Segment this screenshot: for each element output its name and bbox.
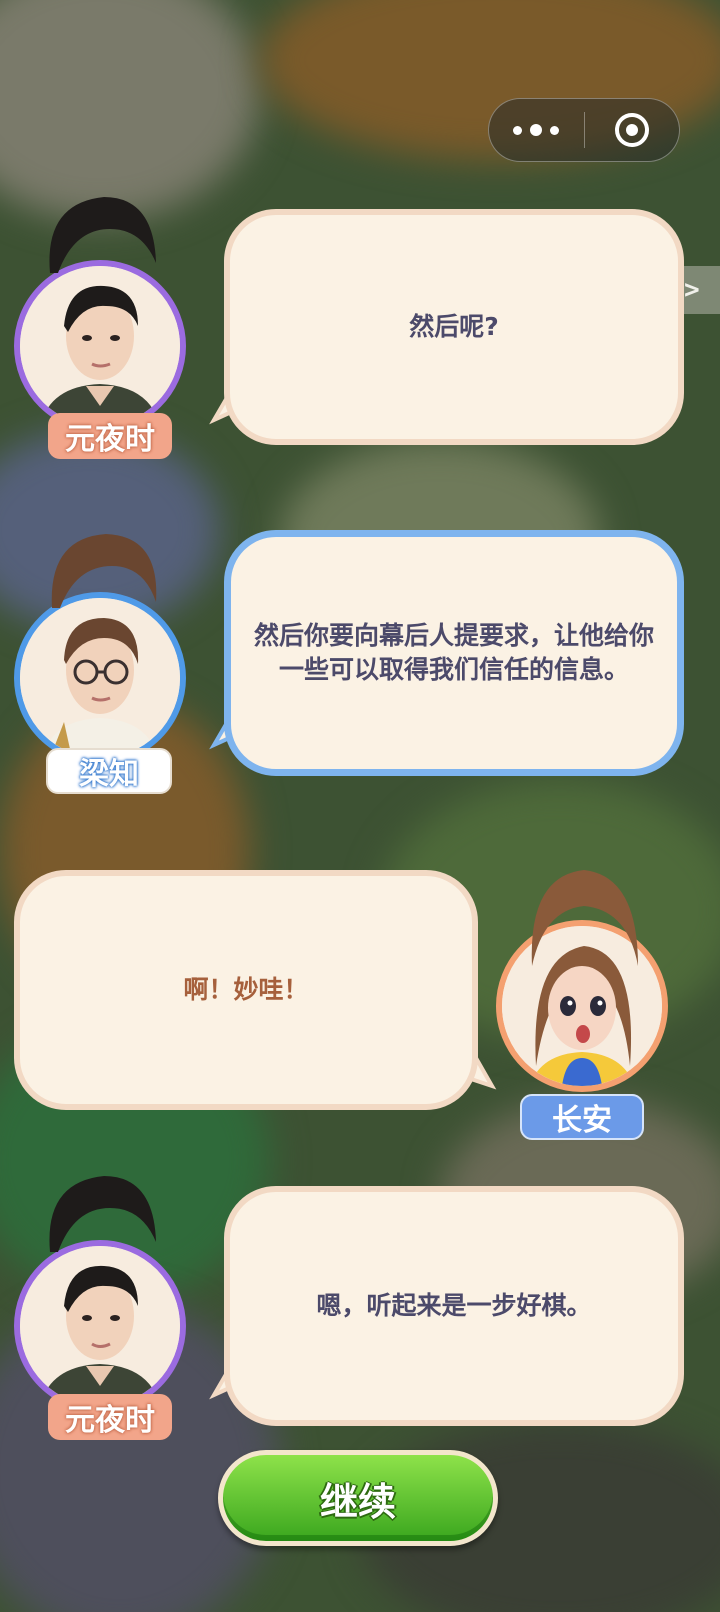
speaker-name: 元夜时 [65,422,155,457]
hair-overlay [531,870,638,966]
avatar-ring [14,592,186,764]
hair-overlay [49,1176,156,1252]
close-mini-program-button[interactable] [585,99,680,161]
speaker-name: 元夜时 [65,1403,155,1438]
speech-bubble: 嗯，听起来是一步好棋。 [224,1186,684,1426]
more-button[interactable] [489,99,584,161]
dialogue-text: 然后你要向幕后人提要求，让他给你一些可以取得我们信任的信息。 [253,621,654,684]
hair-overlay [51,534,157,608]
speaker-name-tag: 元夜时 [48,1394,172,1440]
more-dots-icon [513,124,560,136]
speech-bubble: 然后你要向幕后人提要求，让他给你一些可以取得我们信任的信息。 [224,530,684,776]
dialogue-text: 啊！妙哇！ [183,975,309,1004]
speech-bubble: 啊！妙哇！ [14,870,478,1110]
dialogue-text: 然后呢? [409,312,499,341]
speaker-name-tag: 元夜时 [48,413,172,459]
speaker-name: 长安 [552,1103,612,1138]
dialogue-text: 嗯，听起来是一步好棋。 [316,1291,592,1320]
speaker-name-tag: 长安 [520,1094,644,1140]
target-circle-icon [614,113,649,147]
speaker-name: 梁知 [79,757,139,792]
avatar-ring [14,260,186,432]
hair-overlay [49,197,156,273]
mini-program-capsule [488,98,680,162]
speech-bubble: 然后呢? [224,209,684,445]
speaker-name-tag: 梁知 [46,748,172,794]
avatar-ring [14,1240,186,1412]
continue-button[interactable]: 继续 [218,1450,498,1546]
